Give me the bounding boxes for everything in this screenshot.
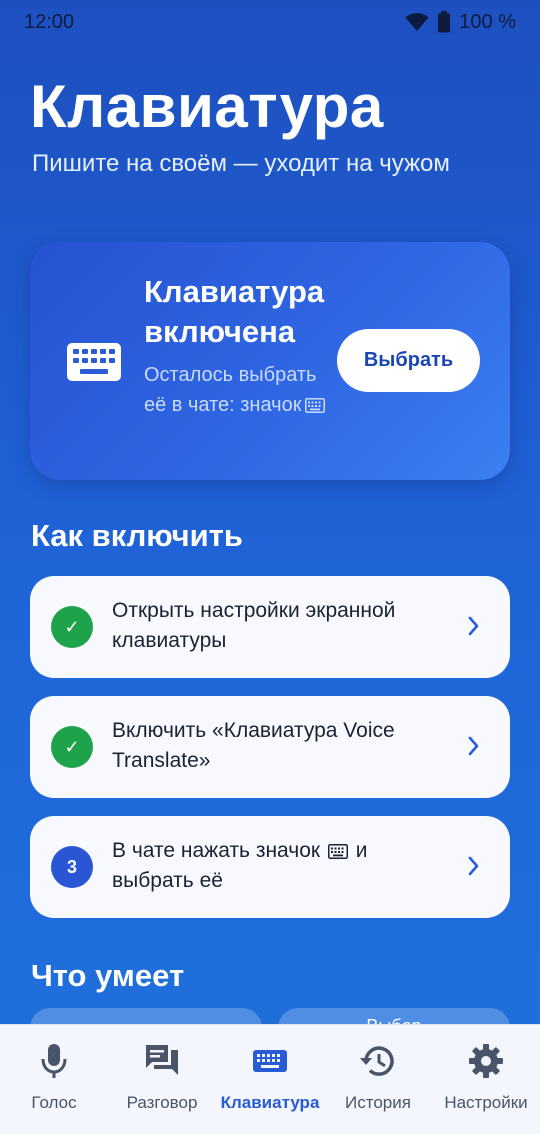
nav-label: История xyxy=(345,1093,411,1112)
chevron-right-icon xyxy=(468,616,479,636)
nav-item-keyboard[interactable]: Клавиатура xyxy=(216,1025,324,1134)
step-text: В чате нажать значок и выбрать её xyxy=(112,839,368,892)
nav-label: Голос xyxy=(31,1093,77,1112)
keyboard-icon xyxy=(67,343,121,381)
status-bar: 12:00 100 % xyxy=(0,0,540,44)
page-title: Клавиатура xyxy=(30,73,384,140)
page-subtitle: Пишите на своём — уходит на чужом xyxy=(32,150,450,177)
chevron-right-icon xyxy=(468,736,479,756)
keyboard-status-card: Клавиатура включена Осталось выбрать её … xyxy=(30,242,510,480)
gear-icon xyxy=(469,1044,503,1078)
nav-item-settings[interactable]: Настройки xyxy=(432,1025,540,1134)
chat-icon xyxy=(146,1045,178,1075)
step-done-badge: ✓ xyxy=(51,606,93,648)
nav-label: Разговор xyxy=(126,1093,198,1112)
step-open-settings[interactable]: ✓ Открыть настройки экранной клавиатуры xyxy=(30,576,510,678)
capabilities-title: Что умеет xyxy=(31,958,185,993)
check-icon: ✓ xyxy=(64,616,80,637)
keyboard-status-description: Осталось выбрать её в чате: значок xyxy=(144,360,334,420)
check-icon: ✓ xyxy=(64,736,80,757)
step-select-keyboard[interactable]: 3 В чате нажать значок и выбрать её xyxy=(30,816,510,918)
keyboard-status-title: Клавиатура включена xyxy=(144,274,325,349)
nav-item-conversation[interactable]: Разговор xyxy=(108,1025,216,1134)
history-icon xyxy=(360,1046,394,1076)
nav-item-voice[interactable]: Голос xyxy=(0,1025,108,1134)
how-to-title: Как включить xyxy=(31,518,243,553)
step-enable-keyboard[interactable]: ✓ Включить «Клавиатура Voice Translate» xyxy=(30,696,510,798)
keyboard-icon xyxy=(253,1050,287,1072)
chevron-right-icon xyxy=(468,856,479,876)
select-keyboard-button[interactable]: Выбрать xyxy=(337,329,480,392)
battery-icon xyxy=(438,11,451,33)
step-number-badge: 3 xyxy=(51,846,93,888)
nav-label: Клавиатура xyxy=(220,1093,320,1112)
step-done-badge: ✓ xyxy=(51,726,93,768)
microphone-icon xyxy=(41,1044,67,1078)
wifi-icon xyxy=(405,13,429,31)
step-text: Включить «Клавиатура Voice Translate» xyxy=(112,719,395,772)
keyboard-icon xyxy=(327,844,348,859)
nav-item-history[interactable]: История xyxy=(324,1025,432,1134)
bottom-navigation: Голос Разговор Клавиатура История Настро… xyxy=(0,1024,540,1134)
step-text: Открыть настройки экранной клавиатуры xyxy=(112,599,396,652)
nav-label: Настройки xyxy=(444,1093,528,1112)
status-time: 12:00 xyxy=(24,10,75,33)
battery-level: 100 % xyxy=(459,10,516,33)
status-icons: 100 % xyxy=(405,11,516,34)
keyboard-icon xyxy=(305,398,326,413)
